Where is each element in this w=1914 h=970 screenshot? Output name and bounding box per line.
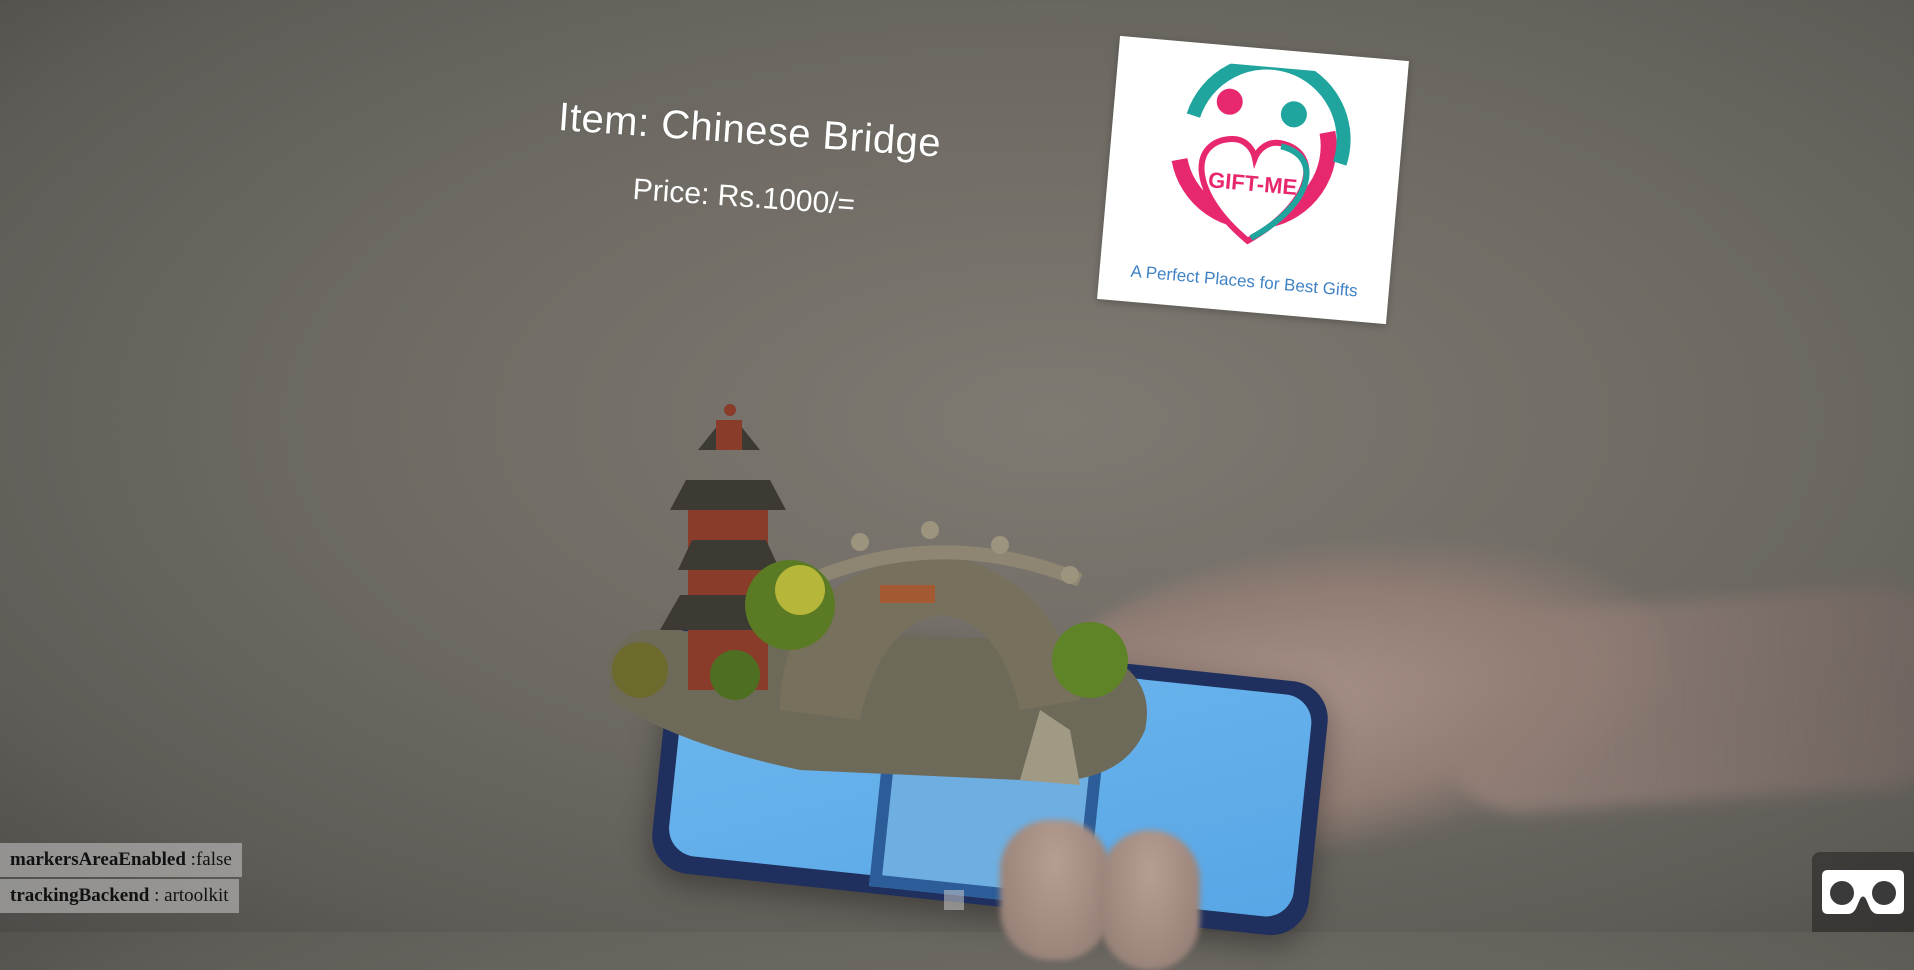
vr-mode-button[interactable] — [1812, 852, 1914, 932]
heart-logo-icon: GIFT-ME — [1171, 57, 1351, 245]
debug-tracking-key: trackingBackend — [10, 885, 150, 906]
finger — [1100, 830, 1200, 970]
debug-markers-value: :false — [185, 849, 232, 870]
debug-tracking-value: : artoolkit — [149, 885, 229, 906]
chinese-bridge-model — [608, 404, 1147, 785]
debug-markers-key: markersAreaEnabled — [10, 849, 186, 870]
debug-panel: markersAreaEnabled :false trackingBacken… — [0, 843, 242, 915]
gift-me-logo: GIFT-ME A Perfect Places for Best Gifts — [1097, 35, 1409, 325]
vr-headset-icon — [1822, 870, 1904, 914]
debug-tracking-backend: trackingBackend : artoolkit — [0, 879, 239, 913]
debug-markers-area: markersAreaEnabled :false — [0, 843, 242, 877]
finger — [1000, 820, 1110, 960]
loading-indicator — [944, 890, 964, 910]
